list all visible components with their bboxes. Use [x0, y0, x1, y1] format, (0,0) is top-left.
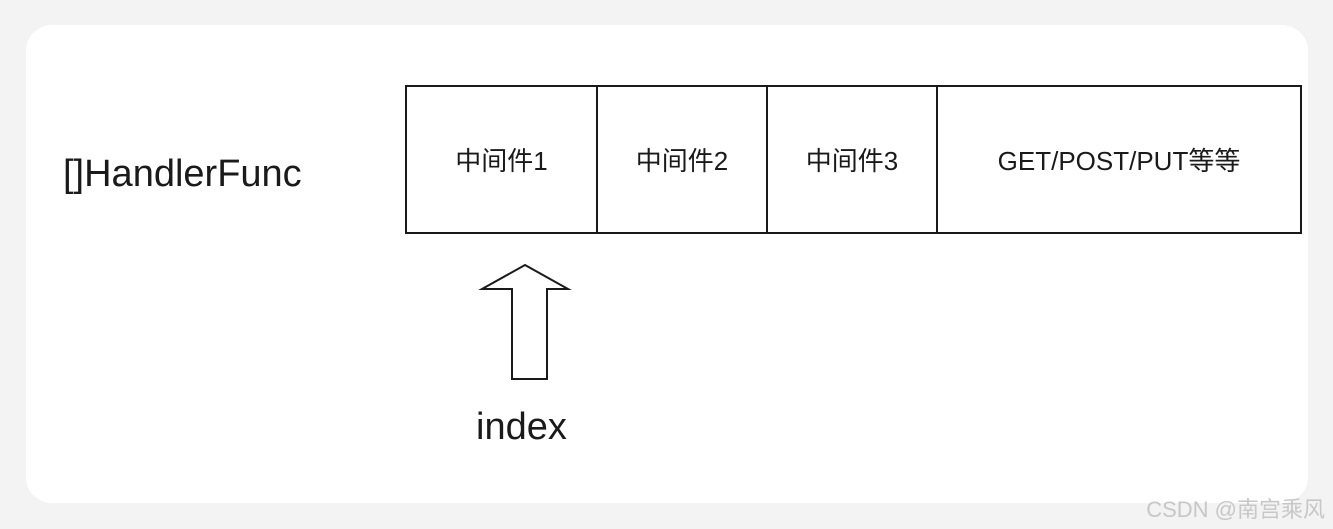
csdn-watermark: CSDN @南宫乘风 [1146, 497, 1325, 522]
chain-cell-middleware-1: 中间件1 [455, 146, 548, 176]
handler-chain-array: 中间件1 中间件2 中间件3 GET/POST/PUT等等 [405, 85, 1302, 234]
handlerfunc-type-label: []HandlerFunc [63, 153, 302, 195]
chain-cell-middleware-2: 中间件2 [596, 87, 766, 232]
chain-cell-middleware-3: 中间件3 [766, 87, 936, 232]
chain-cell-handler: GET/POST/PUT等等 [936, 87, 1300, 232]
index-label: index [476, 406, 567, 448]
up-arrow-icon [478, 263, 572, 380]
index-pointer-arrow [478, 263, 572, 380]
